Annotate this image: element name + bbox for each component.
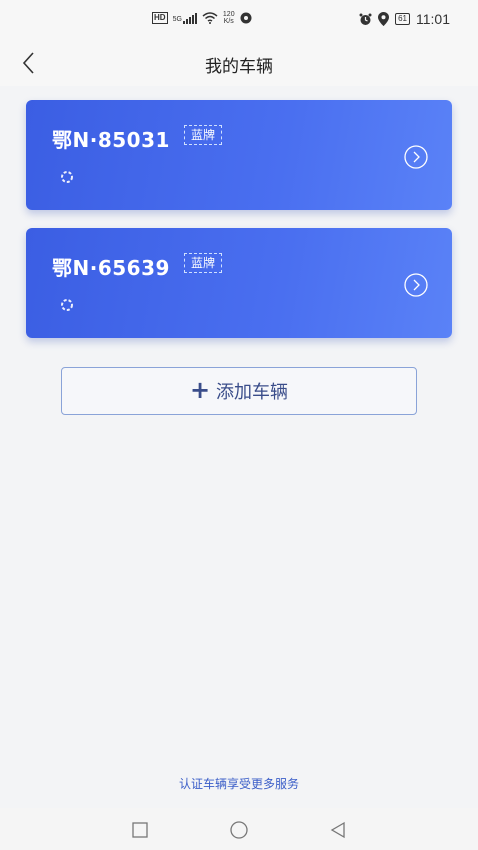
vehicle-plate: 鄂N·65639 bbox=[52, 256, 170, 280]
status-left: HD 5G 120 K/s bbox=[152, 11, 252, 25]
back-triangle-icon[interactable] bbox=[328, 820, 348, 840]
vehicle-card[interactable]: 鄂N·65639 蓝牌 bbox=[26, 228, 452, 338]
system-nav-bar bbox=[0, 808, 478, 850]
home-icon[interactable] bbox=[229, 820, 249, 840]
battery-indicator: 61 bbox=[395, 13, 410, 25]
add-vehicle-button[interactable]: + 添加车辆 bbox=[61, 367, 417, 415]
alarm-icon bbox=[359, 13, 372, 25]
net-speed: 120 K/s bbox=[223, 11, 235, 25]
verify-vehicle-link[interactable]: 认证车辆享受更多服务 bbox=[0, 775, 478, 792]
location-icon bbox=[378, 12, 390, 26]
nav-bar: 我的车辆 bbox=[0, 40, 478, 86]
chevron-right-circle-icon[interactable] bbox=[404, 273, 428, 297]
plate-color-tag: 蓝牌 bbox=[184, 125, 223, 145]
app-notification-icon bbox=[240, 12, 252, 24]
status-right: 61 11:01 bbox=[359, 11, 450, 27]
net-speed-value: 120 bbox=[222, 11, 235, 18]
loading-spinner-icon bbox=[61, 299, 73, 311]
page-title: 我的车辆 bbox=[205, 57, 273, 77]
loading-spinner-icon bbox=[61, 171, 73, 183]
chevron-right-circle-icon[interactable] bbox=[404, 145, 428, 169]
recent-apps-icon[interactable] bbox=[130, 820, 150, 840]
plate-color-tag: 蓝牌 bbox=[184, 253, 223, 273]
signal-label: 5G bbox=[172, 15, 182, 23]
net-speed-unit: K/s bbox=[223, 18, 234, 25]
hd-badge: HD bbox=[152, 12, 168, 24]
status-time: 11:01 bbox=[416, 11, 450, 27]
vehicle-card[interactable]: 鄂N·85031 蓝牌 bbox=[26, 100, 452, 210]
add-vehicle-label: 添加车辆 bbox=[216, 382, 289, 403]
signal-icon: 5G bbox=[172, 12, 197, 24]
vehicle-plate: 鄂N·85031 bbox=[52, 128, 170, 152]
plus-icon: + bbox=[189, 376, 211, 404]
status-bar: HD 5G 120 K/s 61 11:01 bbox=[0, 0, 478, 40]
wifi-icon bbox=[202, 12, 218, 24]
